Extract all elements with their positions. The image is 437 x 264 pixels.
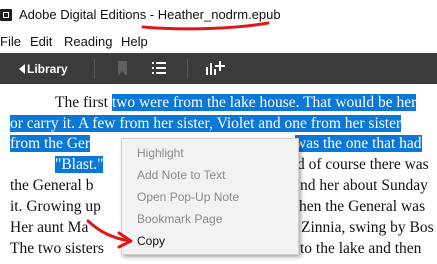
context-menu: Highlight Add Note to Text Open Pop-Up N… xyxy=(121,138,299,255)
menu-item-bookmark-page[interactable]: Bookmark Page xyxy=(137,212,222,226)
text-line: was the one that had xyxy=(295,133,422,155)
library-button[interactable]: Library xyxy=(19,60,68,78)
toolbar: Library xyxy=(0,53,437,84)
selected-text: was the one that had xyxy=(295,135,422,152)
toolbar-divider xyxy=(94,59,95,79)
text-run: Zinnia, swing by Bos xyxy=(301,219,434,236)
text-line: The first two were from the lake house. … xyxy=(55,92,417,114)
text-run: Her aunt Ma xyxy=(10,219,89,236)
text-run: The first xyxy=(55,94,112,111)
library-button-label: Library xyxy=(27,62,68,76)
text-line: nd her about Sunday xyxy=(300,175,428,197)
menu-bar: File Edit Reading Help xyxy=(0,30,437,53)
text-line: "Blast." xyxy=(55,154,104,176)
text-run: d of course there was xyxy=(297,156,429,173)
text-line: or carry it. A few from her sister, Viol… xyxy=(10,113,402,135)
text-line: The two sisters xyxy=(10,238,104,260)
text-line: it. Growing up xyxy=(10,196,101,218)
text-line: Her aunt Ma xyxy=(10,217,88,239)
menu-item-open-popup-note[interactable]: Open Pop-Up Note xyxy=(137,190,239,204)
text-line: hen the General was xyxy=(299,196,425,218)
text-line: d of course there was xyxy=(297,154,429,176)
menu-help[interactable]: Help xyxy=(121,34,148,49)
menu-item-copy[interactable]: Copy xyxy=(137,234,165,248)
title-bar: Adobe Digital Editions - Heather_nodrm.e… xyxy=(0,0,437,30)
toc-icon[interactable] xyxy=(152,62,166,74)
menu-item-highlight[interactable]: Highlight xyxy=(137,146,184,160)
toolbar-divider xyxy=(187,59,188,79)
text-line: the General b xyxy=(10,175,94,197)
back-arrow-icon xyxy=(19,64,25,74)
text-run: nd her about Sunday xyxy=(300,177,428,194)
selected-text: from the Ger xyxy=(10,135,91,152)
selected-text: "Blast." xyxy=(55,156,104,173)
app-icon xyxy=(0,9,12,21)
text-line: to the lake and then xyxy=(300,238,421,260)
menu-edit[interactable]: Edit xyxy=(30,34,52,49)
text-run: hen the General was xyxy=(299,198,426,215)
selected-text: or carry it. A few from her sister, Viol… xyxy=(10,115,402,132)
bookmark-icon[interactable] xyxy=(118,61,127,76)
text-run: The two sisters xyxy=(10,240,104,257)
text-run: the General b xyxy=(10,177,94,194)
window-title: Adobe Digital Editions - Heather_nodrm.e… xyxy=(19,7,281,22)
display-options-icon[interactable] xyxy=(206,61,225,75)
text-line: Zinnia, swing by Bos xyxy=(301,217,434,239)
text-line: from the Ger xyxy=(10,133,91,155)
menu-item-add-note[interactable]: Add Note to Text xyxy=(137,168,226,182)
text-run: it. Growing up xyxy=(10,198,101,215)
selected-text: two were from the lake house. That would… xyxy=(111,94,417,111)
menu-reading[interactable]: Reading xyxy=(64,34,112,49)
text-run: to the lake and then xyxy=(300,240,422,257)
menu-file[interactable]: File xyxy=(0,34,21,49)
